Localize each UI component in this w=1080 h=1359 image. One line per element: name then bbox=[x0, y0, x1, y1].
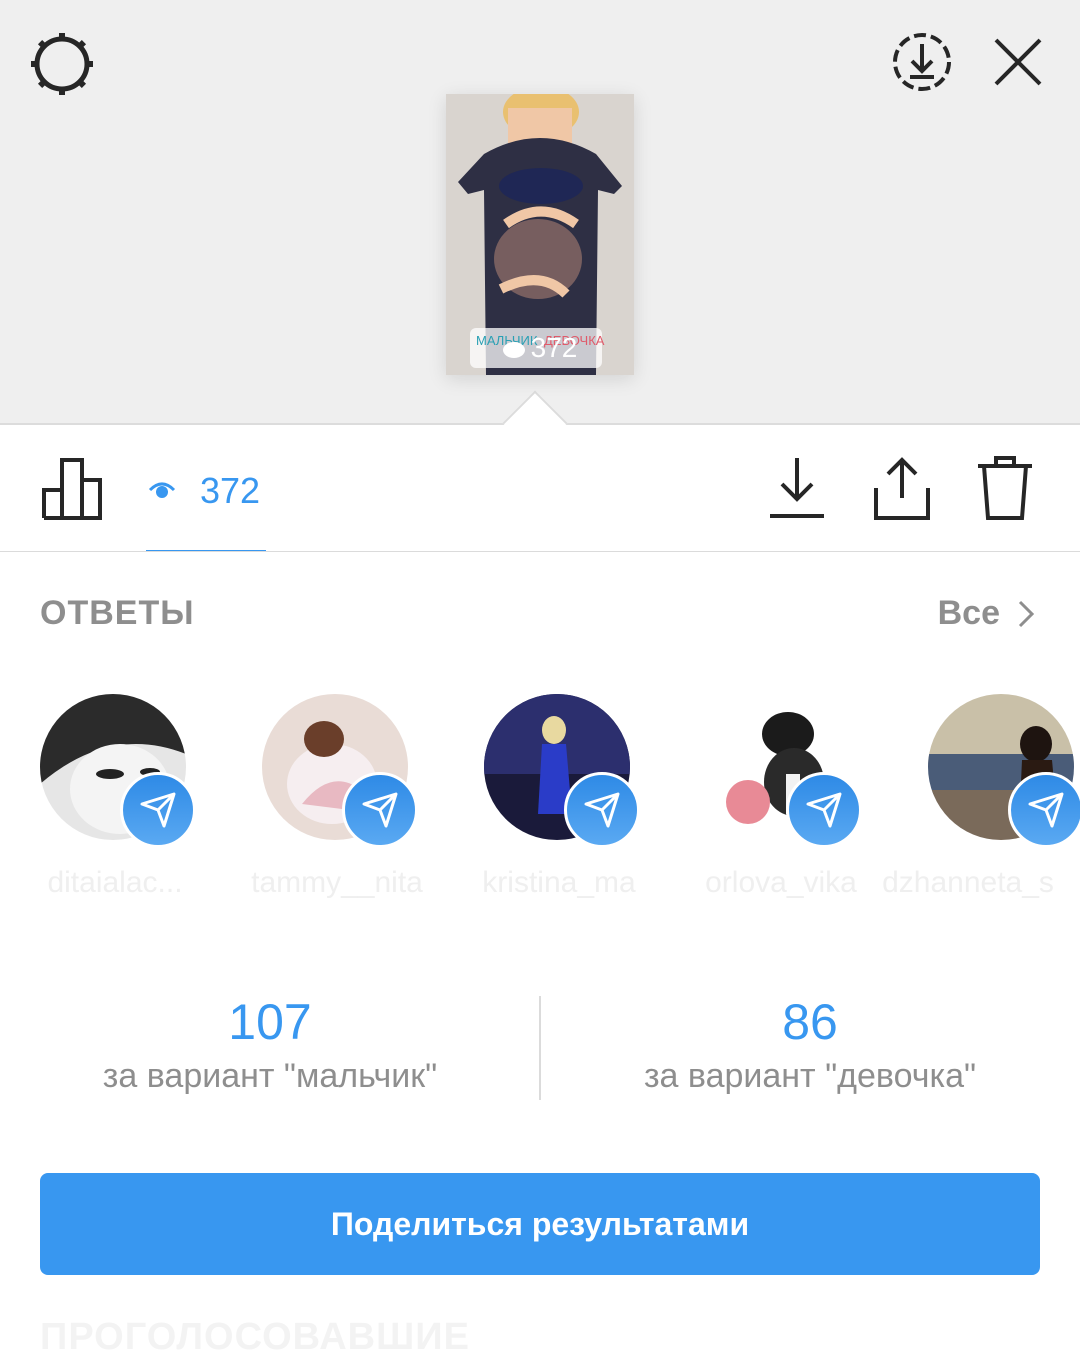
responder-avatar[interactable] bbox=[40, 694, 196, 848]
eye-icon bbox=[148, 478, 176, 502]
responder-username[interactable]: dzhanneta_s bbox=[858, 866, 1078, 900]
responder-avatar[interactable] bbox=[706, 694, 862, 848]
share-results-button[interactable]: Поделиться результатами bbox=[40, 1173, 1040, 1275]
responder-avatar[interactable] bbox=[928, 694, 1080, 848]
gear-icon bbox=[31, 33, 93, 95]
thumbnail-view-count: 372 bbox=[446, 332, 634, 364]
views-count[interactable]: 372 bbox=[200, 470, 260, 512]
result-option-girl: 86 за вариант "девочка" bbox=[540, 990, 1080, 1098]
result-count: 86 bbox=[782, 994, 838, 1050]
share-button[interactable] bbox=[872, 454, 932, 522]
eye-icon bbox=[502, 341, 525, 358]
responder-username[interactable]: tammy__nita bbox=[227, 866, 447, 900]
story-thumbnail[interactable]: МАЛЬЧИК ДЕВОЧКА 372 bbox=[446, 94, 634, 375]
responder-avatar[interactable] bbox=[262, 694, 418, 848]
paper-plane-icon bbox=[806, 792, 842, 828]
answers-title: ОТВЕТЫ bbox=[40, 594, 195, 632]
paper-plane-icon bbox=[1028, 792, 1064, 828]
paper-plane-icon bbox=[140, 792, 176, 828]
bar-chart-icon bbox=[42, 458, 102, 520]
delete-button[interactable] bbox=[976, 454, 1034, 522]
responder-username[interactable]: kristina_ma bbox=[449, 866, 669, 900]
result-option-boy: 107 за вариант "мальчик" bbox=[0, 990, 540, 1098]
settings-button[interactable] bbox=[28, 30, 96, 98]
send-reply-button[interactable] bbox=[120, 772, 196, 848]
send-reply-button[interactable] bbox=[1008, 772, 1080, 848]
insights-button[interactable] bbox=[40, 456, 104, 522]
share-icon bbox=[874, 457, 930, 520]
see-all-link[interactable]: Все bbox=[938, 594, 1000, 633]
result-label: за вариант "мальчик" bbox=[102, 1057, 438, 1095]
save-story-button[interactable] bbox=[890, 30, 954, 94]
results-divider bbox=[539, 996, 541, 1100]
responder-avatar[interactable] bbox=[484, 694, 640, 848]
trash-icon bbox=[978, 456, 1032, 520]
voters-heading: ПРОГОЛОСОВАВШИЕ bbox=[40, 1316, 470, 1358]
paper-plane-icon bbox=[584, 792, 620, 828]
send-reply-button[interactable] bbox=[786, 772, 862, 848]
close-icon bbox=[994, 38, 1042, 86]
download-icon bbox=[770, 458, 824, 518]
download-circle-icon bbox=[893, 33, 951, 91]
toolbar-divider bbox=[0, 551, 1080, 552]
download-button[interactable] bbox=[768, 454, 826, 522]
chevron-right-icon[interactable] bbox=[1016, 598, 1036, 630]
send-reply-button[interactable] bbox=[564, 772, 640, 848]
responder-username[interactable]: ditaialac... bbox=[5, 866, 225, 900]
close-button[interactable] bbox=[990, 34, 1046, 90]
paper-plane-icon bbox=[362, 792, 398, 828]
send-reply-button[interactable] bbox=[342, 772, 418, 848]
result-count: 107 bbox=[228, 994, 312, 1050]
result-label: за вариант "девочка" bbox=[643, 1057, 977, 1095]
